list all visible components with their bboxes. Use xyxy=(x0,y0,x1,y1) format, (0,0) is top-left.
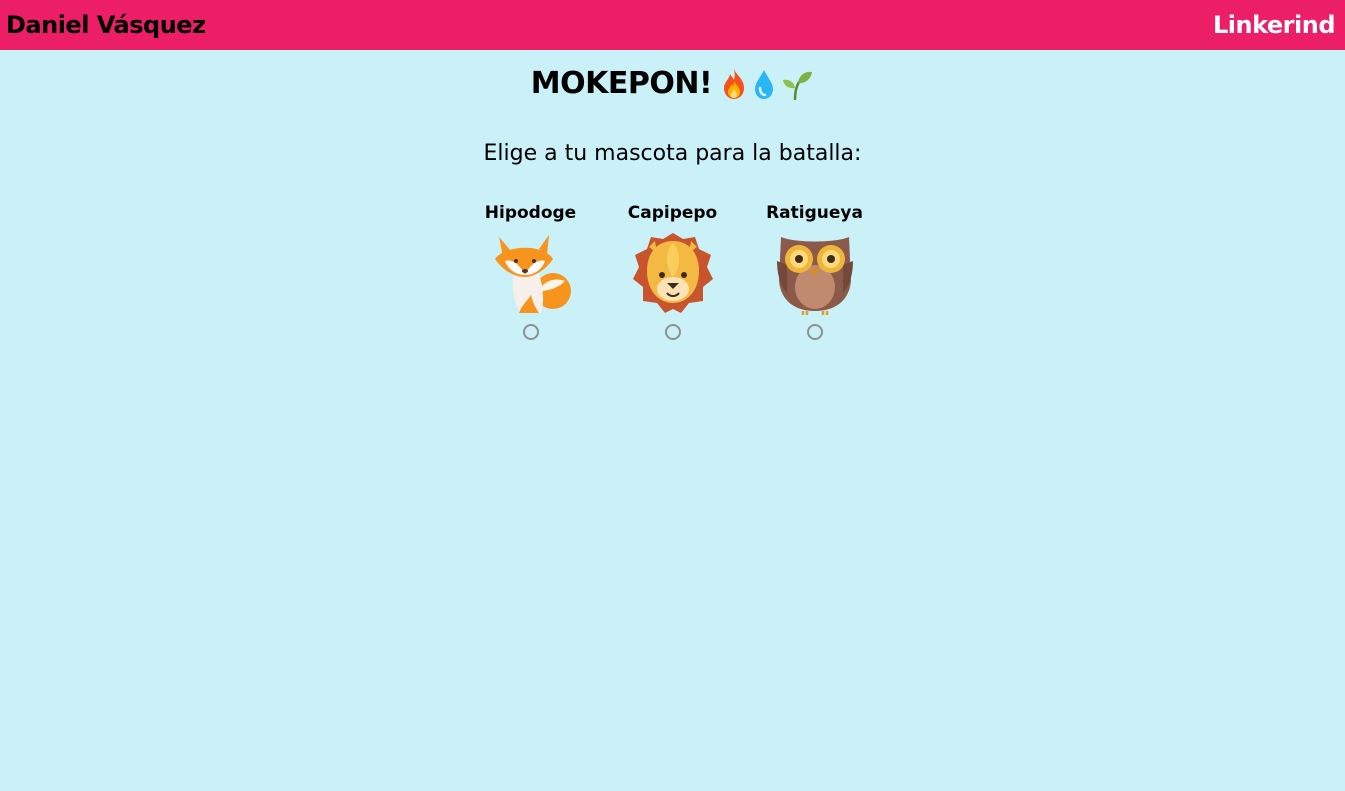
title-row: MOKEPON! xyxy=(0,66,1345,101)
owl-icon[interactable] xyxy=(773,231,857,315)
linkedin-link[interactable]: Linkerind xyxy=(1213,11,1336,39)
brand-name: Daniel Vásquez xyxy=(6,11,206,39)
top-header: Daniel Vásquez Linkerind xyxy=(0,0,1345,50)
fire-icon xyxy=(720,68,748,100)
pet-radio-capipepo[interactable] xyxy=(664,324,681,340)
main-content: MOKEPON! Elige a tu mascota para la bata… xyxy=(0,66,1345,340)
pet-name: Hipodoge xyxy=(484,203,577,223)
pet-name: Capipepo xyxy=(627,203,718,223)
pet-option-capipepo[interactable]: Capipepo xyxy=(625,203,721,340)
pet-prompt: Elige a tu mascota para la batalla: xyxy=(483,141,862,166)
pet-radio-hipodoge[interactable] xyxy=(522,324,539,340)
pet-option-ratigueya[interactable]: Ratigueya xyxy=(766,203,863,340)
pet-selection: Hipodoge Capipepo Ratigueya xyxy=(0,203,1345,340)
water-drop-icon xyxy=(750,68,778,100)
pet-name: Ratigueya xyxy=(766,203,863,223)
lion-icon[interactable] xyxy=(631,231,715,315)
element-emojis xyxy=(720,68,814,100)
fox-icon[interactable] xyxy=(489,231,573,315)
game-title: MOKEPON! xyxy=(530,66,713,101)
pet-option-hipodoge[interactable]: Hipodoge xyxy=(483,203,579,340)
pet-radio-ratigueya[interactable] xyxy=(806,324,823,340)
seedling-icon xyxy=(780,68,814,100)
